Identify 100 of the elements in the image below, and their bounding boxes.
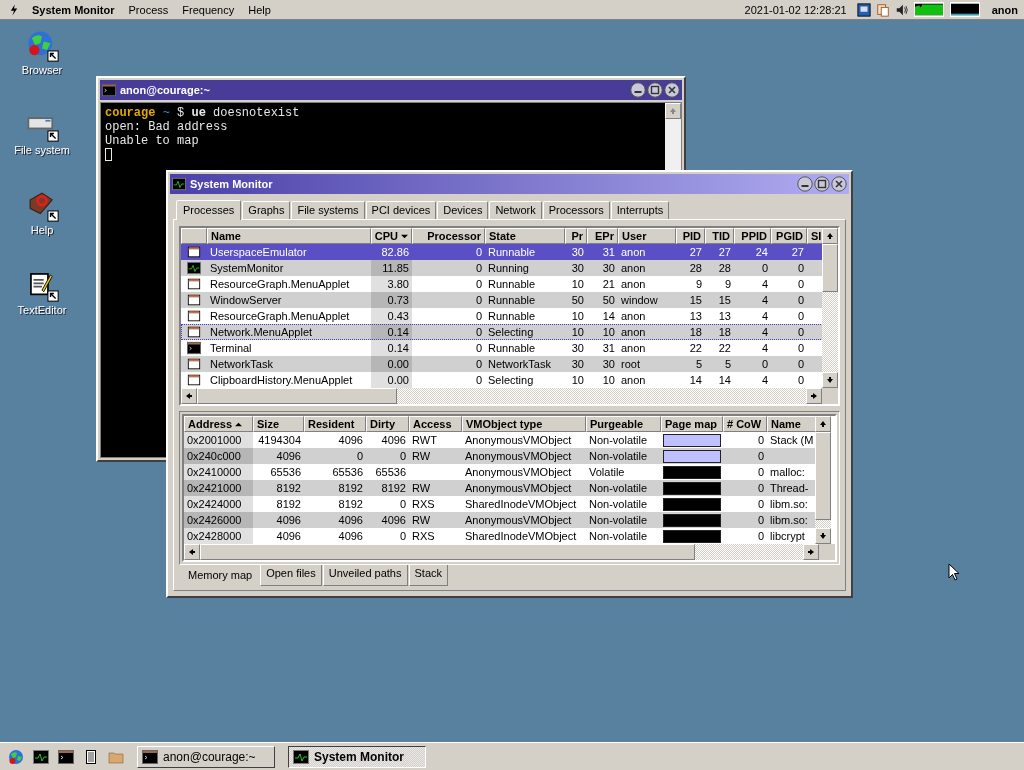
- table-cell-text: anon: [620, 261, 647, 276]
- table-cell-text: 4096: [337, 529, 364, 544]
- table-cell-text: 14: [688, 373, 703, 388]
- table-cell-text: window: [620, 293, 659, 308]
- table-cell-text: 30: [601, 357, 616, 372]
- table-cell: 0x2426000: [184, 512, 253, 528]
- table-cell-text: libm.so:: [769, 497, 809, 512]
- table-cell: 0x2001000: [184, 432, 253, 448]
- prompt-symbol: $: [177, 106, 185, 120]
- table-cell-text: libcrypt: [769, 529, 806, 544]
- table-cell-text: 4: [760, 293, 769, 308]
- table-cell-text: anon: [620, 341, 647, 356]
- table-cell-text: Non-volatile: [588, 481, 649, 496]
- table-cell-text: anon: [620, 309, 647, 324]
- table-cell-text: 0: [355, 449, 364, 464]
- table-cell-text: 30: [570, 341, 585, 356]
- clock: 2021-01-02 12:28:21: [744, 3, 847, 16]
- table-cell-text: 30: [601, 261, 616, 276]
- table-cell-text: 0: [756, 513, 765, 528]
- table-cell-text: 8192: [380, 481, 407, 496]
- table-cell-text: 0: [756, 497, 765, 512]
- window-title: anon@courage:~: [120, 84, 210, 96]
- table-cell-text: 18: [717, 325, 732, 340]
- table-cell-text: Selecting: [487, 373, 535, 388]
- command-argument: doesnotexist: [213, 106, 300, 120]
- table-cell-text: 50: [601, 293, 616, 308]
- table-cell-text: 0: [474, 277, 483, 292]
- table-cell-text: root: [620, 357, 641, 372]
- table-cell-text: Runnable: [487, 341, 537, 356]
- table-cell-text: 31: [601, 245, 616, 260]
- table-cell-text: 4096: [275, 449, 302, 464]
- table-cell-text: 0: [756, 529, 765, 544]
- table-cell-text: AnonymousVMObject: [464, 449, 573, 464]
- table-cell-text: 22: [717, 341, 732, 356]
- table-cell-text: 31: [601, 341, 616, 356]
- table-cell-text: 27: [717, 245, 732, 260]
- table-cell-text: 5: [723, 357, 732, 372]
- table-cell-text: AnonymousVMObject: [464, 481, 573, 496]
- table-cell-text: 0: [756, 481, 765, 496]
- table-cell-text: 0: [474, 325, 483, 340]
- table-cell-text: 30: [570, 261, 585, 276]
- table-cell-text: 27: [790, 245, 805, 260]
- table-cell: 0x2410000: [184, 464, 253, 480]
- table-cell-text: 0: [796, 325, 805, 340]
- window-title: System Monitor: [190, 178, 273, 190]
- table-cell-text: Stack (M: [769, 433, 815, 448]
- table-cell-text: 65536: [269, 465, 302, 480]
- table-cell-text: 21: [601, 277, 616, 292]
- table-cell-text: Non-volatile: [588, 513, 649, 528]
- table-cell-text: 4: [760, 277, 769, 292]
- table-cell-text: 4096: [337, 513, 364, 528]
- command-name: ue: [191, 106, 206, 120]
- table-cell-text: AnonymousVMObject: [464, 513, 573, 528]
- table-cell-text: 28: [717, 261, 732, 276]
- table-cell-text: RW: [411, 513, 432, 528]
- table-cell-text: SharedInodeVMObject: [464, 529, 578, 544]
- table-cell-text: ResourceGraph.MenuApplet: [209, 309, 351, 324]
- table-cell-text: 0: [474, 309, 483, 324]
- table-cell-text: 65536: [374, 465, 407, 480]
- table-cell-text: 10: [570, 309, 585, 324]
- table-cell-text: 50: [570, 293, 585, 308]
- table-cell-text: Running: [487, 261, 530, 276]
- table-cell: 0x2424000: [184, 496, 253, 512]
- table-cell-text: Non-volatile: [588, 497, 649, 512]
- table-cell-text: Selecting: [487, 325, 535, 340]
- table-cell-text: 0: [796, 261, 805, 276]
- table-cell: 0.14: [371, 340, 412, 356]
- table-cell-text: RW: [411, 449, 432, 464]
- table-cell-text: 4: [760, 325, 769, 340]
- table-cell-text: Non-volatile: [588, 449, 649, 464]
- table-cell: 0.73: [371, 292, 412, 308]
- table-cell-text: 10: [601, 325, 616, 340]
- table-cell-text: 14: [601, 309, 616, 324]
- table-cell-text: 4194304: [257, 433, 302, 448]
- table-cell-text: 5: [694, 357, 703, 372]
- table-cell-text: NetworkTask: [209, 357, 274, 372]
- table-cell-text: 4096: [275, 529, 302, 544]
- table-cell: 0.43: [371, 308, 412, 324]
- table-cell-text: 82.86: [380, 245, 410, 260]
- table-cell-text: 15: [717, 293, 732, 308]
- table-cell-text: 0: [474, 341, 483, 356]
- table-cell-text: RXS: [411, 497, 436, 512]
- table-cell-text: 0: [398, 449, 407, 464]
- table-cell-text: 4096: [380, 433, 407, 448]
- table-cell-text: 10: [601, 373, 616, 388]
- table-cell-text: 18: [688, 325, 703, 340]
- table-cell-text: 30: [570, 357, 585, 372]
- table-cell-text: 0: [474, 293, 483, 308]
- table-cell-text: RWT: [411, 433, 438, 448]
- table-cell-text: 8192: [275, 497, 302, 512]
- table-cell-text: RXS: [411, 529, 436, 544]
- table-cell-text: 0: [796, 357, 805, 372]
- table-cell-text: 24: [754, 245, 769, 260]
- table-cell-text: 4: [760, 341, 769, 356]
- table-cell-text: 10: [570, 277, 585, 292]
- table-cell-text: Runnable: [487, 245, 537, 260]
- table-cell-text: 22: [688, 341, 703, 356]
- table-cell-text: 4: [760, 309, 769, 324]
- table-cell-text: Volatile: [588, 465, 626, 480]
- table-cell-text: 0: [796, 277, 805, 292]
